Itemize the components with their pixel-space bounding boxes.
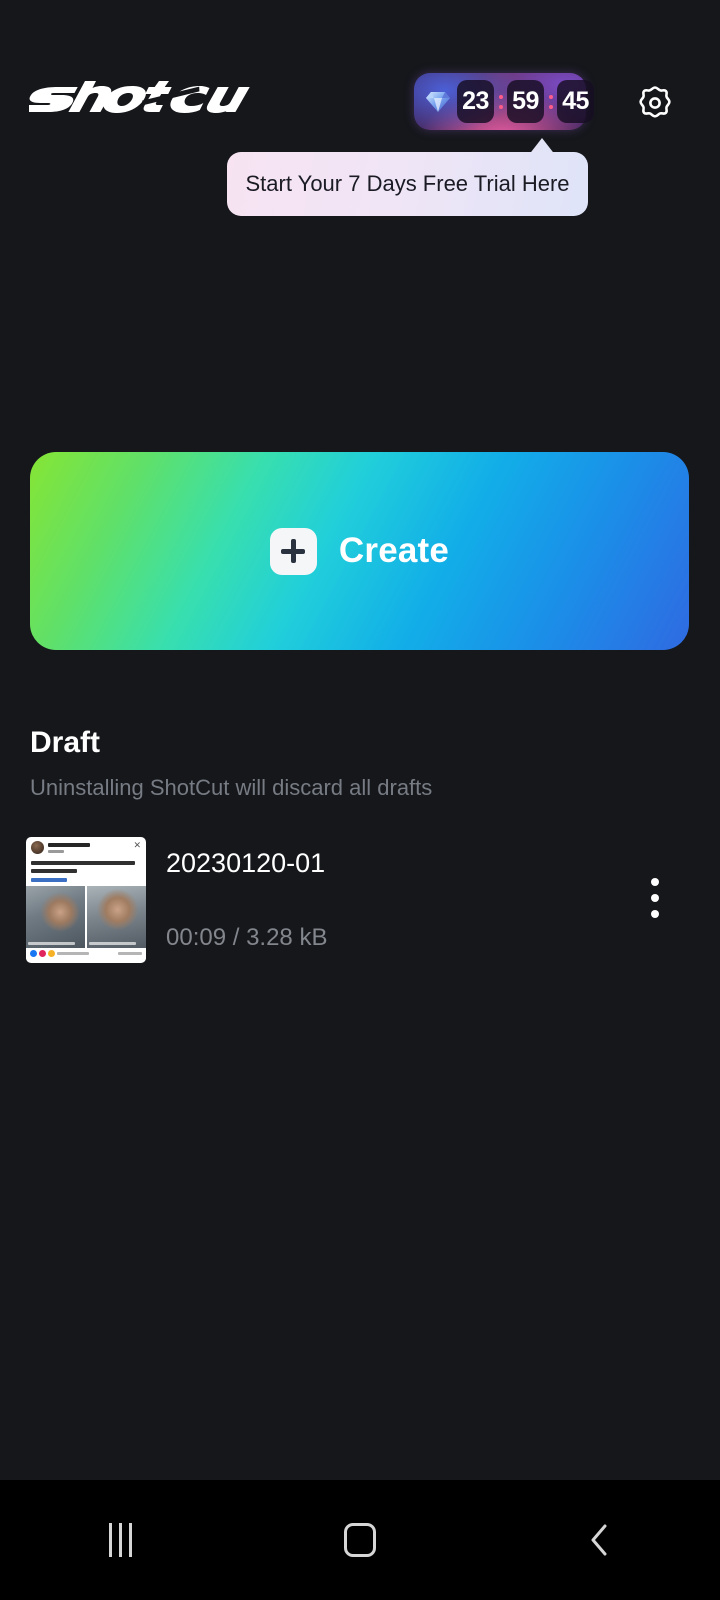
draft-item-name: 20230120-01 bbox=[166, 848, 325, 879]
countdown-minutes: 59 bbox=[507, 80, 544, 123]
create-button-label: Create bbox=[339, 531, 449, 571]
diamond-gem-icon bbox=[421, 80, 455, 123]
countdown-seconds-value: 45 bbox=[562, 89, 589, 114]
thumbnail-reaction-love bbox=[39, 950, 46, 957]
thumbnail-avatar bbox=[31, 841, 44, 854]
thumbnail-meta-line bbox=[48, 850, 64, 853]
countdown-seconds: 45 bbox=[557, 80, 594, 123]
draft-section-subtitle: Uninstalling ShotCut will discard all dr… bbox=[30, 775, 432, 801]
app-screen: 23 59 45 Start Your 7 Days Free Trial He… bbox=[0, 0, 720, 1600]
countdown-hours: 23 bbox=[457, 80, 494, 123]
more-vertical-icon-dot-1 bbox=[651, 878, 659, 886]
countdown-minutes-value: 59 bbox=[512, 89, 539, 114]
draft-section-title: Draft bbox=[30, 726, 100, 760]
gear-icon bbox=[637, 85, 673, 121]
header: 23 59 45 Start Your 7 Days Free Trial He… bbox=[0, 0, 720, 200]
home-icon bbox=[344, 1523, 376, 1557]
recents-icon bbox=[109, 1523, 132, 1557]
thumbnail-hashtag-line bbox=[31, 878, 67, 882]
back-icon bbox=[585, 1521, 615, 1559]
nav-home-button[interactable] bbox=[240, 1480, 480, 1600]
thumbnail-post-body bbox=[26, 860, 146, 882]
draft-list-item[interactable]: ✕ 20230120-01 00:09 / 3.28 kB bbox=[0, 832, 720, 966]
thumbnail-close-icon: ✕ bbox=[133, 841, 141, 850]
app-logo bbox=[29, 77, 253, 121]
thumbnail-photo-left bbox=[26, 886, 85, 948]
thumbnail-post-header: ✕ bbox=[26, 837, 146, 860]
thumbnail-post-footer bbox=[26, 948, 146, 959]
thumbnail-reaction-haha bbox=[48, 950, 55, 957]
countdown-hours-value: 23 bbox=[462, 89, 489, 114]
nav-back-button[interactable] bbox=[480, 1480, 720, 1600]
tooltip-text: Start Your 7 Days Free Trial Here bbox=[245, 171, 569, 197]
free-trial-countdown[interactable]: 23 59 45 bbox=[414, 73, 586, 130]
thumbnail-photo-right bbox=[87, 886, 146, 948]
more-vertical-icon-dot-3 bbox=[651, 910, 659, 918]
thumbnail-comment-count bbox=[118, 952, 142, 955]
free-trial-tooltip[interactable]: Start Your 7 Days Free Trial Here bbox=[227, 152, 588, 216]
android-navigation-bar bbox=[0, 1480, 720, 1600]
thumbnail-reaction-count bbox=[57, 952, 89, 955]
create-button[interactable]: Create bbox=[30, 452, 689, 650]
nav-recents-button[interactable] bbox=[0, 1480, 240, 1600]
thumbnail-author-line bbox=[48, 843, 90, 847]
draft-item-meta: 00:09 / 3.28 kB bbox=[166, 924, 327, 952]
more-vertical-icon-dot-2 bbox=[651, 894, 659, 902]
draft-thumbnail[interactable]: ✕ bbox=[26, 837, 146, 963]
countdown-separator-1 bbox=[496, 95, 505, 109]
draft-item-menu-button[interactable] bbox=[641, 872, 669, 924]
settings-button[interactable] bbox=[637, 85, 673, 121]
thumbnail-reaction-like bbox=[30, 950, 37, 957]
plus-icon bbox=[270, 528, 317, 575]
thumbnail-photo-grid bbox=[26, 886, 146, 948]
countdown-separator-2 bbox=[546, 95, 555, 109]
